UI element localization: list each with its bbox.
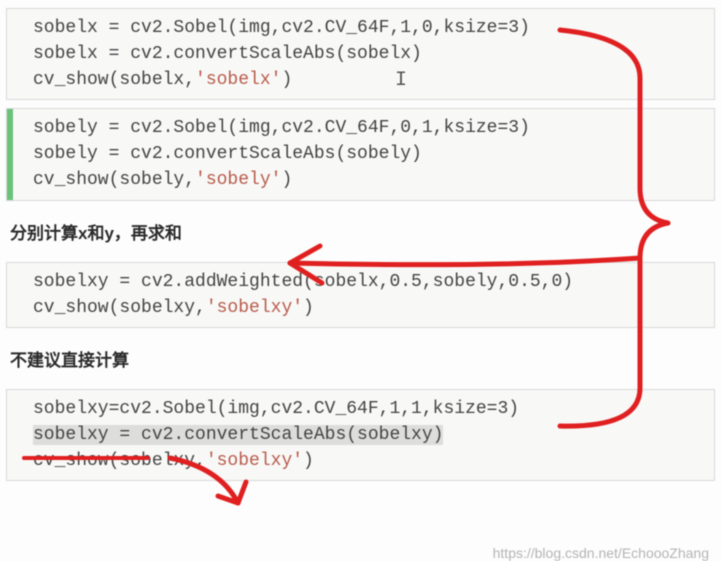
code-line: cv_show(sobelxy,'sobelxy') xyxy=(33,448,700,474)
watermark: https://blog.csdn.net/EchoooZhang xyxy=(493,545,709,561)
code-cell[interactable]: sobely = cv2.Sobel(img,cv2.CV_64F,0,1,ks… xyxy=(6,108,715,200)
markdown-heading: 分别计算x和y，再求和 xyxy=(0,209,721,254)
code-cell[interactable]: sobelxy=cv2.Sobel(img,cv2.CV_64F,1,1,ksi… xyxy=(6,389,715,481)
code-line: sobely = cv2.Sobel(img,cv2.CV_64F,0,1,ks… xyxy=(33,115,700,141)
notebook-workspace: sobelx = cv2.Sobel(img,cv2.CV_64F,1,0,ks… xyxy=(0,8,721,561)
code-line: sobelx = cv2.convertScaleAbs(sobelx) xyxy=(33,41,700,67)
code-line: sobelxy=cv2.Sobel(img,cv2.CV_64F,1,1,ksi… xyxy=(33,396,700,422)
code-line: sobelxy = cv2.convertScaleAbs(sobelxy) xyxy=(33,422,700,448)
red-underline-annotation xyxy=(22,456,150,460)
code-line: sobelxy = cv2.addWeighted(sobelx,0.5,sob… xyxy=(33,269,700,295)
code-line: sobelx = cv2.Sobel(img,cv2.CV_64F,1,0,ks… xyxy=(33,15,700,41)
markdown-heading: 不建议直接计算 xyxy=(0,336,721,381)
code-cell[interactable]: sobelxy = cv2.addWeighted(sobelx,0.5,sob… xyxy=(6,262,715,328)
code-line: cv_show(sobelxy,'sobelxy') xyxy=(33,295,700,321)
code-line: cv_show(sobely,'sobely') xyxy=(33,167,700,193)
code-cell[interactable]: sobelx = cv2.Sobel(img,cv2.CV_64F,1,0,ks… xyxy=(6,8,715,100)
code-line: sobely = cv2.convertScaleAbs(sobely) xyxy=(33,141,700,167)
text-cursor-icon: I xyxy=(395,69,407,92)
code-line: cv_show(sobelx,'sobelx') xyxy=(33,67,700,93)
